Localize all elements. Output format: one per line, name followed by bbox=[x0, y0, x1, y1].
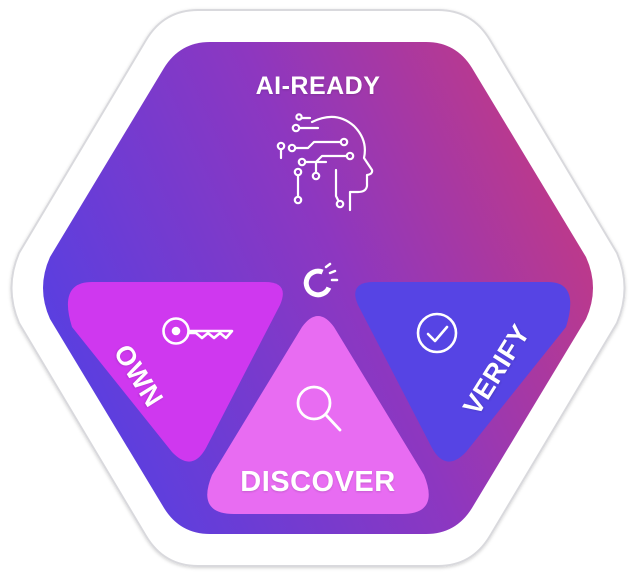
ai-ready-label: AI-READY bbox=[255, 72, 381, 100]
discover-label: DISCOVER bbox=[240, 466, 396, 498]
hexagon-diagram: AI-READY OWN VERIFY DISCOVER bbox=[0, 0, 636, 576]
